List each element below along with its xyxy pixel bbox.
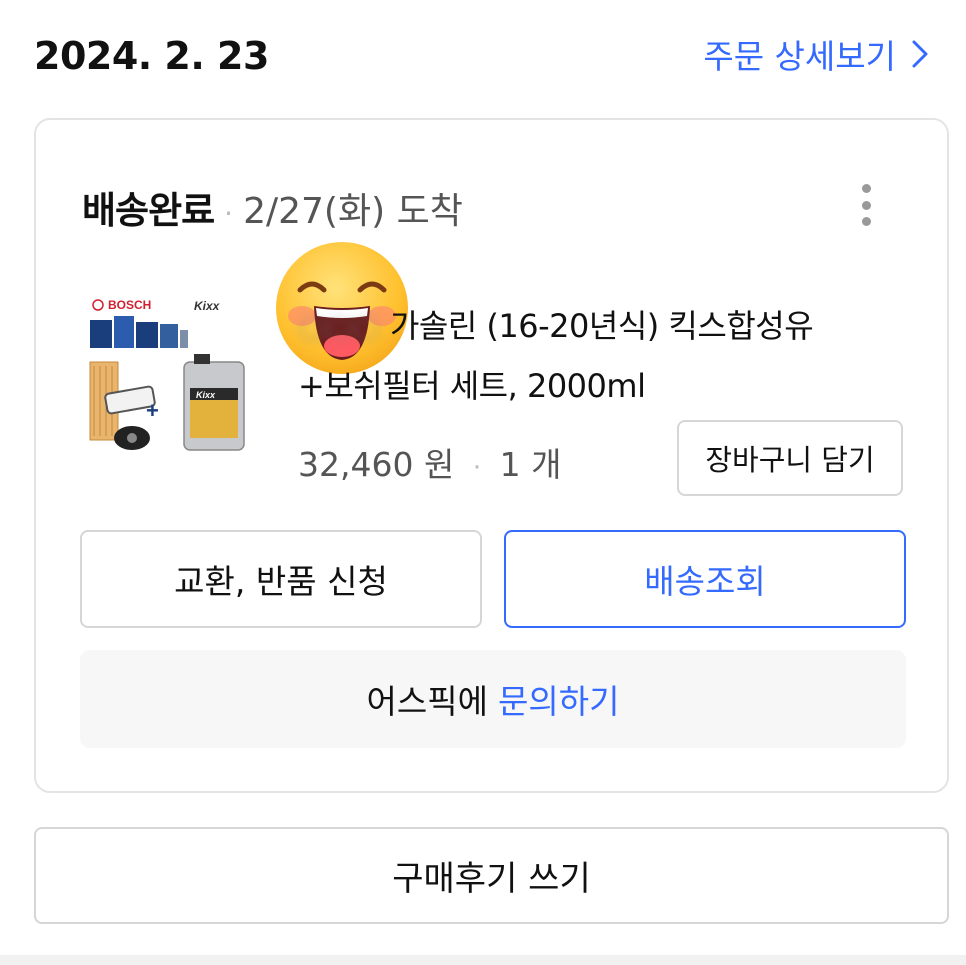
filter-box-icon <box>160 324 178 348</box>
status-separator: · <box>224 197 234 230</box>
kebab-dot <box>861 184 871 193</box>
kebab-dot <box>861 200 871 210</box>
seller-inquiry-button[interactable]: 어스픽에 문의하기 <box>80 650 906 748</box>
bottle-label-text: Kixx <box>196 390 216 400</box>
chevron-right-icon <box>912 40 928 68</box>
filter-box-icon <box>180 330 188 348</box>
filter-box-icon <box>136 322 158 348</box>
product-quantity: 1 개 <box>499 445 562 484</box>
shipment-status-row: 배송완료 · 2/27(화) 도착 <box>82 180 463 234</box>
product-price: 32,460 원 <box>298 445 455 484</box>
filter-box-icon <box>114 316 134 348</box>
product-name-line2: +보쉬필터 세트, 2000ml <box>298 367 646 405</box>
arrival-date: 2/27(화) 도착 <box>243 191 463 232</box>
order-date: 2024. 2. 23 <box>34 34 269 78</box>
section-divider <box>0 955 966 965</box>
kebab-menu-icon[interactable] <box>851 180 881 230</box>
order-detail-label: 주문 상세보기 <box>703 37 896 76</box>
order-card: 배송완료 · 2/27(화) 도착 BOSCH Kixx + Kixx ○○○ … <box>34 118 949 793</box>
shipment-status: 배송완료 <box>82 189 215 232</box>
product-name-line1: 가솔린 (16-20년식) 킥스합성유 <box>389 307 814 345</box>
add-to-cart-button[interactable]: 장바구니 담기 <box>677 420 903 496</box>
product-name-blurred: ○○○ <box>298 307 381 345</box>
kebab-dot <box>861 217 871 226</box>
return-exchange-button[interactable]: 교환, 반품 신청 <box>80 530 482 628</box>
product-name[interactable]: ○○○ 가솔린 (16-20년식) 킥스합성유 +보쉬필터 세트, 2000ml <box>298 296 918 416</box>
write-review-button[interactable]: 구매후기 쓰기 <box>34 827 949 924</box>
price-quantity-row: 32,460 원 · 1 개 <box>298 438 561 486</box>
inquiry-link[interactable]: 문의하기 <box>498 675 619 723</box>
plus-icon: + <box>146 398 159 423</box>
track-delivery-button[interactable]: 배송조회 <box>504 530 906 628</box>
price-separator: · <box>472 453 482 483</box>
bosch-logo-text: BOSCH <box>108 298 151 312</box>
filter-box-icon <box>90 320 112 348</box>
kixx-logo-text: Kixx <box>194 299 221 313</box>
order-detail-link[interactable]: 주문 상세보기 <box>703 30 930 78</box>
inquiry-seller-name: 어스픽에 <box>366 682 488 721</box>
product-thumbnail[interactable]: BOSCH Kixx + Kixx <box>86 290 256 460</box>
